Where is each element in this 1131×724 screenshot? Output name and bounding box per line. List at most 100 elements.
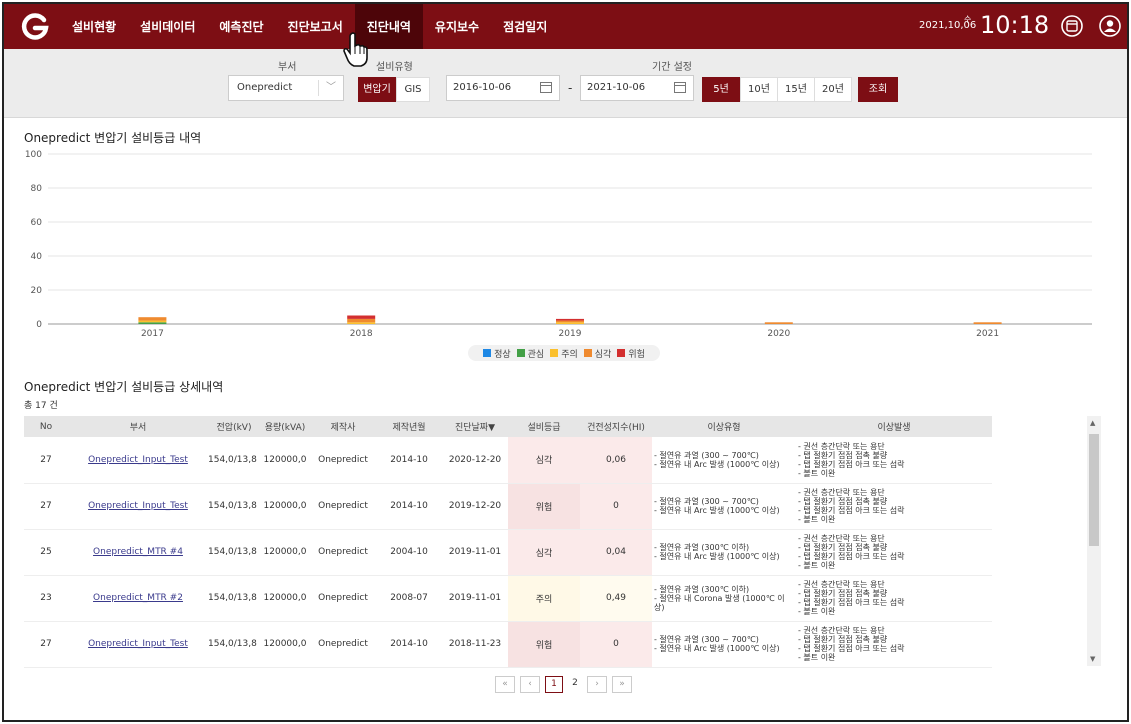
filter-bar: 부서 Onepredict ﹀ 설비유형 변압기 GIS 기간 설정 2016-… xyxy=(4,49,1127,118)
row-hi: 0 xyxy=(580,483,652,530)
legend-label: 심각 xyxy=(594,349,612,360)
column-header: 건전성지수(HI) xyxy=(580,416,652,437)
first-page-button[interactable]: « xyxy=(495,676,515,693)
row-no: 27 xyxy=(24,437,68,484)
row-anomaly-type: - 절연유 과열 (300℃ 이하) - 절연유 내 Arc 발생 (1000℃… xyxy=(652,529,796,576)
date-from-input[interactable]: 2016-10-06 xyxy=(446,75,560,101)
type-transformer-button[interactable]: 변압기 xyxy=(358,77,396,102)
logo-icon[interactable] xyxy=(20,12,50,42)
calendar-icon[interactable] xyxy=(674,82,686,93)
row-grade: 위험 xyxy=(508,621,580,668)
y-tick-label: 60 xyxy=(31,218,43,228)
legend-swatch xyxy=(516,349,525,357)
row-no: 23 xyxy=(24,575,68,622)
date-to-input[interactable]: 2021-10-06 xyxy=(580,75,694,101)
row-no: 27 xyxy=(24,621,68,668)
row-grade: 주의 xyxy=(508,575,580,622)
row-dept-link[interactable]: Onepredict_MTR #2 xyxy=(68,575,208,622)
row-grade: 심각 xyxy=(508,529,580,576)
column-header[interactable]: 진단날짜▼ xyxy=(442,416,508,437)
x-tick-label: 2017 xyxy=(141,329,164,339)
bar-segment xyxy=(347,322,376,324)
user-icon[interactable] xyxy=(1099,15,1121,37)
period-5y-button[interactable]: 5년 xyxy=(702,77,740,102)
row-voltage: 154,0/13,8 xyxy=(208,437,260,484)
main-nav: 설비현황 설비데이터 예측진단 진단보고서 진단내역 유지보수 점검일지 xyxy=(60,4,559,49)
search-button[interactable]: 조회 xyxy=(858,77,898,102)
page-1-button[interactable]: 1 xyxy=(545,676,563,693)
row-date: 2018-11-23 xyxy=(442,621,508,668)
row-anomaly-type: - 절연유 과열 (300 ~ 700℃) - 절연유 내 Arc 발생 (10… xyxy=(652,437,796,484)
dept-label: 부서 xyxy=(278,62,297,73)
legend-item[interactable]: 정상 xyxy=(483,347,511,360)
detail-table-container[interactable]: No 부서 전압(kV) 용량(kVA) 제작사 제작년월 진단날짜▼ 설비등급 건전성지수(H… xyxy=(24,416,1105,668)
row-anomaly-cause: - 권선 층간단락 또는 용단 - 탭 절환기 접점 접촉 불량 - 탭 절환기… xyxy=(796,529,992,576)
nav-item-2[interactable]: 설비데이터 xyxy=(128,4,207,49)
legend-item[interactable]: 위험 xyxy=(617,347,645,360)
row-maker: Onepredict xyxy=(310,529,376,576)
next-page-button[interactable]: › xyxy=(587,676,607,693)
period-10y-button[interactable]: 10년 xyxy=(740,77,778,102)
legend-label: 정상 xyxy=(494,349,511,360)
column-header: 용량(kVA) xyxy=(260,416,310,437)
nav-item-3[interactable]: 예측진단 xyxy=(207,4,275,49)
nav-item-1[interactable]: 설비현황 xyxy=(60,4,128,49)
legend-item[interactable]: 심각 xyxy=(583,347,612,360)
row-dept-link[interactable]: Onepredict_MTR #4 xyxy=(68,529,208,576)
detail-table: No 부서 전압(kV) 용량(kVA) 제작사 제작년월 진단날짜▼ 설비등급 건전성지수(H… xyxy=(24,416,992,668)
x-tick-label: 2019 xyxy=(559,329,582,339)
row-date: 2019-12-20 xyxy=(442,483,508,530)
legend-item[interactable]: 관심 xyxy=(516,347,544,360)
row-anomaly-cause: - 권선 층간단락 또는 용단 - 탭 절환기 접점 접촉 불량 - 탭 절환기… xyxy=(796,575,992,622)
y-tick-label: 20 xyxy=(31,286,43,296)
row-date: 2019-11-01 xyxy=(442,575,508,622)
report-icon[interactable] xyxy=(1061,15,1083,37)
legend-item[interactable]: 주의 xyxy=(550,347,578,360)
calendar-icon[interactable] xyxy=(540,82,552,93)
dept-select-value: Onepredict xyxy=(237,82,293,93)
row-dept-link[interactable]: Onepredict_Input_Test xyxy=(68,621,208,668)
legend-swatch xyxy=(550,349,559,357)
prev-page-button[interactable]: ‹ xyxy=(520,676,540,693)
table-scrollbar[interactable]: ▲ ▼ xyxy=(1087,416,1101,666)
date-range-dash: - xyxy=(568,81,573,95)
table-row[interactable]: 25 Onepredict_MTR #4 154,0/13,8 120000,0 One… xyxy=(24,529,992,576)
app-window: 설비현황 설비데이터 예측진단 진단보고서 진단내역 유지보수 점검일지 2021,10,0… xyxy=(2,2,1129,722)
period-20y-button[interactable]: 20년 xyxy=(814,77,852,102)
row-dept-link[interactable]: Onepredict_Input_Test xyxy=(68,437,208,484)
page-2-button[interactable]: 2 xyxy=(568,676,582,693)
scroll-up-icon[interactable]: ▲ xyxy=(1090,419,1095,427)
date-from-value: 2016-10-06 xyxy=(453,82,512,93)
grade-bar-chart: 100 80 60 40 20 0 2017 2018 2019 2020 2021 xyxy=(25,150,1092,339)
scroll-down-icon[interactable]: ▼ xyxy=(1090,655,1095,663)
equipment-type-label: 설비유형 xyxy=(376,62,413,73)
nav-item-7[interactable]: 점검일지 xyxy=(491,4,559,49)
row-voltage: 154,0/13,8 xyxy=(208,529,260,576)
row-date: 2019-11-01 xyxy=(442,529,508,576)
column-header: 이상유형 xyxy=(652,416,796,437)
dept-select[interactable]: Onepredict ﹀ xyxy=(228,75,344,101)
hand-cursor-icon xyxy=(343,32,368,67)
row-grade: 심각 xyxy=(508,437,580,484)
scroll-thumb[interactable] xyxy=(1089,434,1099,546)
bar-segment xyxy=(556,320,584,323)
table-row[interactable]: 23 Onepredict_MTR #2 154,0/13,8 120000,0 One… xyxy=(24,575,992,622)
last-page-button[interactable]: » xyxy=(612,676,632,693)
row-capacity: 120000,0 xyxy=(260,529,310,576)
row-made: 2004-10 xyxy=(376,529,442,576)
column-header: 제작년월 xyxy=(376,416,442,437)
table-row[interactable]: 27 Onepredict_Input_Test 154,0/13,8 120000,… xyxy=(24,621,992,668)
type-gis-button[interactable]: GIS xyxy=(396,77,430,102)
row-dept-link[interactable]: Onepredict_Input_Test xyxy=(68,483,208,530)
table-row[interactable]: 27 Onepredict_Input_Test 154,0/13,8 120000,… xyxy=(24,437,992,484)
column-header: 이상발생 xyxy=(796,416,992,437)
row-anomaly-cause: - 권선 층간단락 또는 용단 - 탭 절환기 접점 접촉 불량 - 탭 절환기… xyxy=(796,621,992,668)
bar-segment xyxy=(347,315,376,319)
nav-item-6[interactable]: 유지보수 xyxy=(423,4,491,49)
row-maker: Onepredict xyxy=(310,437,376,484)
header-day: 수 xyxy=(964,15,972,24)
period-15y-button[interactable]: 15년 xyxy=(777,77,815,102)
bar-segment xyxy=(973,322,1002,324)
table-row[interactable]: 27 Onepredict_Input_Test 154,0/13,8 120000,… xyxy=(24,483,992,530)
x-tick-label: 2021 xyxy=(976,329,999,339)
